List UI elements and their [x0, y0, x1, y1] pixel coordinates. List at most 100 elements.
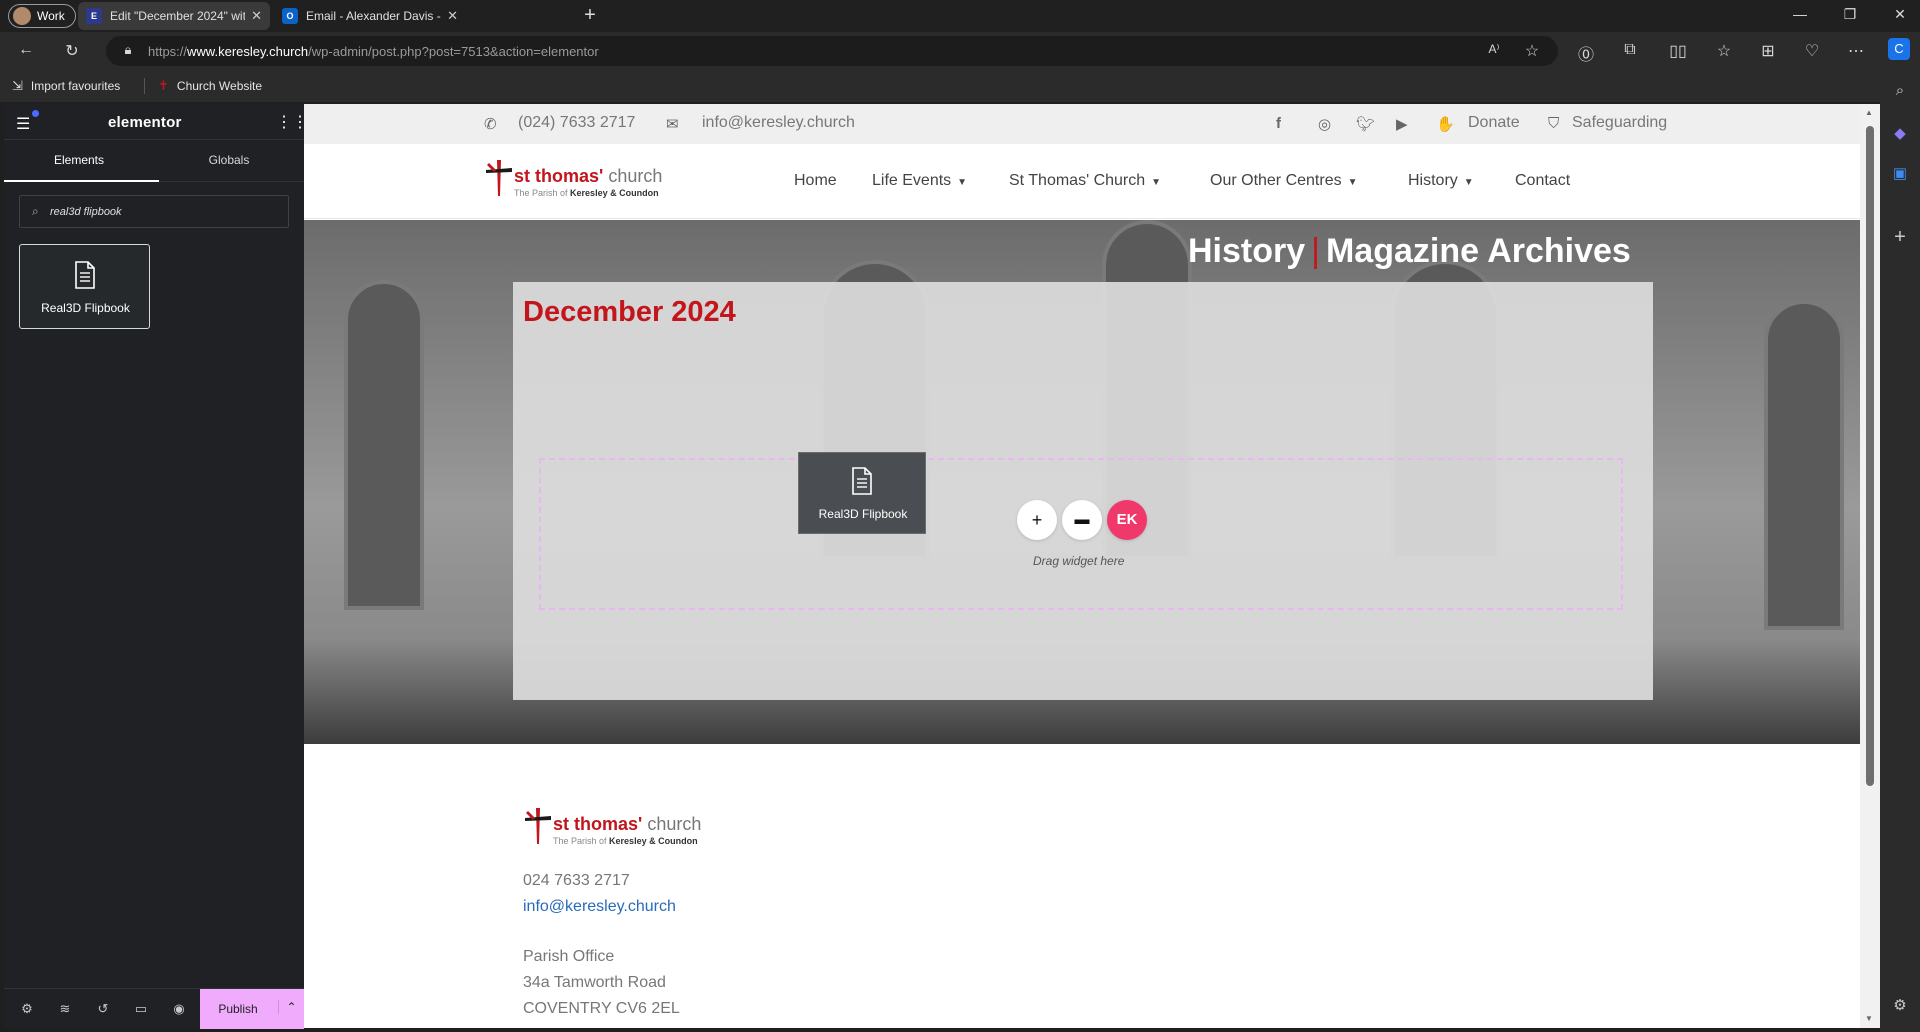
publish-button[interactable]: Publish ⌃ — [200, 989, 304, 1029]
elementor-favicon-icon: E — [86, 8, 102, 24]
footer-address-line2: COVENTRY CV6 2EL — [523, 1000, 680, 1017]
nav-other-centres[interactable]: Our Other Centres ▼ — [1210, 172, 1358, 190]
refresh-icon[interactable]: ↻ — [62, 41, 82, 61]
arch-window-decor — [344, 280, 424, 610]
logo-name: st thomas' church — [514, 166, 663, 186]
health-icon[interactable]: ♡ — [1802, 41, 1822, 61]
preview-eye-icon[interactable]: ◉ — [170, 1001, 188, 1017]
outlook-icon[interactable]: ▣ — [1890, 164, 1910, 182]
logo-subtitle: The Parish of Keresley & Coundon — [514, 188, 659, 198]
more-menu-icon[interactable]: ⋯ — [1846, 41, 1866, 61]
scroll-down-icon[interactable]: ▼ — [1865, 1014, 1873, 1023]
minimize-icon[interactable]: — — [1790, 6, 1810, 22]
copilot-sidebar-icon[interactable]: ◆ — [1890, 124, 1910, 142]
favorites-icon[interactable]: ☆ — [1714, 41, 1734, 61]
address-bar[interactable]: 🔒︎ https://www.keresley.church/wp-admin/… — [106, 36, 1558, 66]
footer-email-link[interactable]: info@keresley.church — [523, 898, 676, 916]
widget-real3d-flipbook[interactable]: Real3D Flipbook — [19, 244, 150, 329]
active-tab-indicator — [4, 180, 159, 182]
tab-title: Edit "December 2024" with Elem — [110, 9, 246, 23]
content-section[interactable]: December 2024 Real3D Flipbook + ▬ EK Dra… — [513, 282, 1653, 700]
profile-button[interactable]: Work — [8, 4, 76, 28]
notification-dot — [32, 110, 39, 117]
site-header: st thomas' church The Parish of Keresley… — [304, 144, 1860, 219]
tab-title: Email - Alexander Davis - Outloo — [306, 9, 441, 23]
topbar-email[interactable]: info@keresley.church — [702, 114, 855, 132]
twitter-icon[interactable]: 🐦︎ — [1356, 115, 1375, 133]
dragging-widget-real3d-flipbook[interactable]: Real3D Flipbook — [798, 452, 926, 534]
logo-name: st thomas' church — [553, 814, 702, 834]
safeguarding-link[interactable]: Safeguarding — [1572, 114, 1667, 132]
navigator-layers-icon[interactable]: ≋ — [56, 1001, 74, 1017]
caret-down-icon: ▼ — [957, 177, 968, 188]
close-tab-icon[interactable]: ✕ — [441, 8, 458, 24]
nav-history[interactable]: History ▼ — [1408, 172, 1474, 190]
cross-logo-icon — [486, 160, 512, 196]
nav-life-events[interactable]: Life Events ▼ — [872, 172, 967, 190]
search-icon[interactable]: ⌕ — [1890, 82, 1910, 99]
tab-elements[interactable]: Elements — [4, 153, 154, 167]
split-screen-icon[interactable]: ▯▯ — [1668, 41, 1688, 61]
nav-st-thomas-church[interactable]: St Thomas' Church ▼ — [1009, 172, 1161, 190]
responsive-mode-icon[interactable]: ▭ — [132, 1001, 150, 1017]
logo-subtitle: The Parish of Keresley & Coundon — [553, 836, 698, 846]
elementor-logo: elementor — [108, 114, 182, 131]
favourite-church-website[interactable]: ✝ Church Website — [158, 78, 262, 94]
elementskit-icon[interactable]: EK — [1107, 500, 1147, 540]
page-title[interactable]: December 2024 — [523, 296, 736, 329]
publish-label: Publish — [218, 1002, 258, 1016]
tab-globals[interactable]: Globals — [154, 153, 304, 167]
hero-title: History | Magazine Archives — [1188, 232, 1631, 270]
widget-search: ⌕ — [19, 195, 289, 228]
page-scrollbar[interactable]: ▲ ▼ — [1860, 104, 1880, 1028]
site-topbar: ✆ (024) 7633 2717 ✉ info@keresley.church… — [304, 104, 1860, 144]
copilot-icon[interactable]: C — [1888, 38, 1910, 60]
donate-link[interactable]: Donate — [1468, 114, 1520, 132]
favourite-import[interactable]: ⇲ Import favourites — [12, 78, 120, 94]
close-tab-icon[interactable]: ✕ — [245, 8, 262, 24]
instagram-icon[interactable]: ◎ — [1318, 115, 1331, 133]
address-row: ← ↻ 🔒︎ https://www.keresley.church/wp-ad… — [0, 32, 1920, 70]
outlook-favicon-icon: O — [282, 8, 298, 24]
donate-hand-icon: ✋ — [1436, 116, 1455, 133]
template-library-folder-icon[interactable]: ▬ — [1062, 500, 1102, 540]
settings-gear-icon[interactable]: ⚙ — [1890, 996, 1910, 1014]
panel-tabs: Elements Globals — [4, 140, 304, 182]
read-aloud-icon[interactable]: A⁾ — [1484, 42, 1504, 56]
browser-tab-bar: Work E Edit "December 2024" with Elem ✕ … — [0, 0, 1920, 32]
widget-label: Real3D Flipbook — [41, 301, 130, 315]
avatar — [13, 7, 31, 25]
shield-icon: ⛉ — [1548, 115, 1560, 132]
add-app-icon[interactable]: + — [1890, 226, 1910, 249]
widget-search-input[interactable] — [50, 202, 280, 222]
add-section-button[interactable]: + — [1017, 500, 1057, 540]
tab-outlook-email[interactable]: O Email - Alexander Davis - Outloo ✕ — [274, 2, 466, 30]
footer-office: Parish Office — [523, 948, 615, 965]
hamburger-menu-icon[interactable]: ☰ — [16, 114, 30, 134]
favorite-star-icon[interactable]: ☆ — [1522, 41, 1542, 61]
topbar-phone[interactable]: (024) 7633 2717 — [518, 114, 635, 132]
site-footer: st thomas' church The Parish of Keresley… — [304, 744, 1860, 1028]
history-icon[interactable]: ↺ — [94, 1001, 112, 1017]
import-icon: ⇲ — [12, 78, 23, 93]
back-icon[interactable]: ← — [16, 41, 36, 59]
password-manager-icon[interactable]: ⓪ — [1576, 41, 1596, 65]
settings-icon[interactable]: ⚙ — [18, 1001, 36, 1017]
profile-label: Work — [37, 9, 65, 23]
lock-icon[interactable]: 🔒︎ — [118, 42, 138, 58]
nav-contact[interactable]: Contact — [1515, 172, 1570, 190]
nav-home[interactable]: Home — [794, 172, 837, 190]
youtube-icon[interactable]: ▶ — [1396, 115, 1408, 133]
collections-icon[interactable]: ⊞ — [1758, 41, 1778, 61]
new-tab-icon[interactable]: + — [580, 4, 600, 27]
favourites-bar: ⇲ Import favourites ✝ Church Website — [0, 70, 1920, 102]
close-window-icon[interactable]: ✕ — [1890, 6, 1910, 23]
tab-elementor-editor[interactable]: E Edit "December 2024" with Elem ✕ — [78, 2, 270, 30]
restore-icon[interactable]: ❐ — [1840, 6, 1860, 23]
facebook-icon[interactable]: f — [1276, 115, 1281, 132]
url-text: https://www.keresley.church/wp-admin/pos… — [148, 44, 599, 59]
scroll-up-icon[interactable]: ▲ — [1865, 108, 1873, 117]
chevron-up-icon[interactable]: ⌃ — [278, 1000, 304, 1014]
scroll-thumb[interactable] — [1866, 126, 1874, 786]
extensions-icon[interactable]: ⧉ — [1620, 41, 1640, 59]
